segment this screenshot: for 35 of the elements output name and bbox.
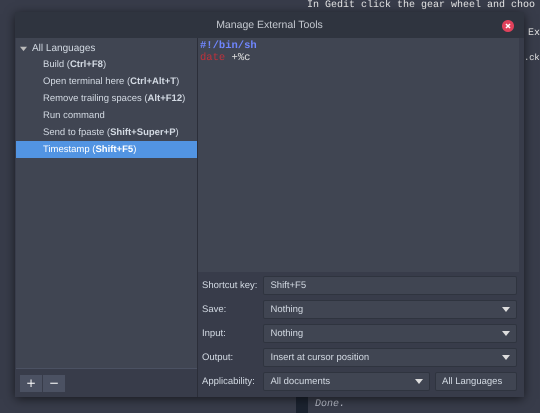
code-editor[interactable]: #!/bin/sh date +%c [198,38,519,272]
document-text: In Gedit click the gear wheel and choo [307,0,536,12]
document-text: Done. [315,399,346,411]
remove-button[interactable]: − [43,374,66,392]
document-text: Ex [528,28,540,40]
field-label: Applicability: [202,376,256,387]
field-label: Output: [202,352,234,363]
shortcut-field[interactable]: Shift+F5 [263,276,517,295]
dropdown[interactable]: All documents [263,372,430,391]
window-title: Manage External Tools [216,19,323,31]
caret-icon [502,331,510,336]
tool-item[interactable]: Remove trailing spaces (Alt+F12) [16,90,197,107]
caret-icon [415,379,423,384]
close-icon[interactable] [502,20,514,32]
dropdown[interactable]: Nothing [263,324,517,343]
field-label: Shortcut key: [202,280,258,291]
tool-item[interactable]: Build (Ctrl+F8) [16,56,197,73]
category-label: All Languages [32,42,96,54]
language-field[interactable]: All Languages [435,372,517,391]
tool-item[interactable]: Open terminal here (Ctrl+Alt+T) [16,73,197,90]
expander-icon[interactable] [20,44,27,52]
code-line: #!/bin/sh [200,40,258,52]
caret-icon [502,355,510,360]
code-line: date +%c [200,52,252,64]
document-text: .ck [524,52,540,64]
caret-icon [502,307,510,312]
tree-node[interactable]: All Languages [16,40,197,56]
field-label: Save: [202,304,228,315]
add-button[interactable]: + [20,374,43,392]
dropdown[interactable]: Insert at cursor position [263,348,517,367]
field-label: Input: [202,328,227,339]
document-margin-bar [296,396,308,413]
dropdown[interactable]: Nothing [263,300,517,319]
tool-item[interactable]: Send to fpaste (Shift+Super+P) [16,124,197,141]
tool-item[interactable]: Run command [16,107,197,124]
